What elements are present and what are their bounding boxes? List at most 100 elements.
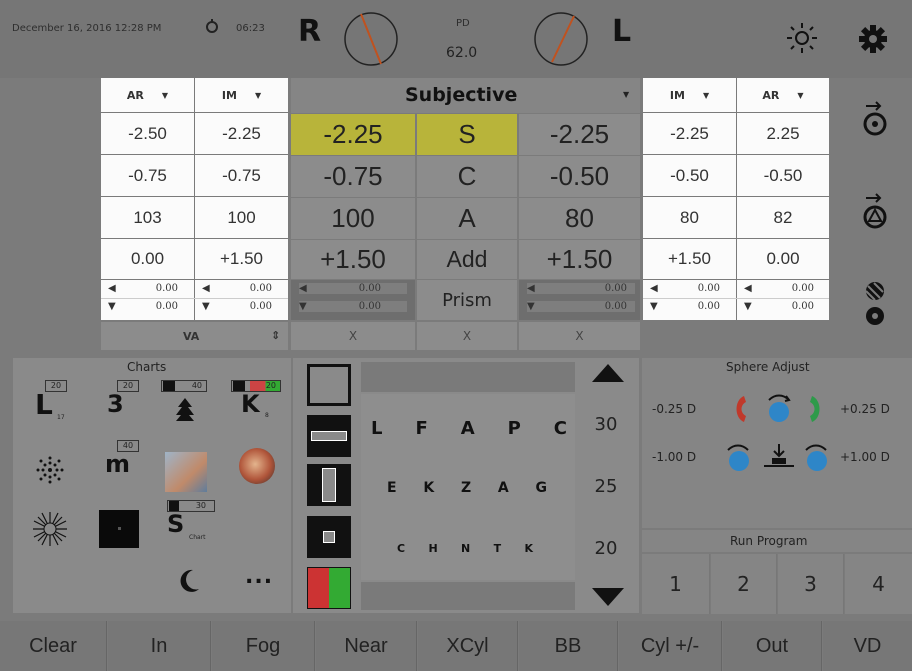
left-ar-header[interactable]: AR ▼ (737, 78, 829, 112)
acuity-letter[interactable]: Z (461, 480, 471, 496)
right-va-x[interactable]: X (291, 322, 415, 350)
acuity-letter[interactable]: A (498, 480, 509, 496)
fog-button[interactable]: Fog (212, 621, 315, 671)
right-im-sphere[interactable]: -2.25 (195, 113, 288, 154)
cyl-flip-button[interactable]: Cyl +/- (619, 621, 722, 671)
acuity-letter[interactable]: K (423, 480, 434, 496)
left-im-prism-h[interactable]: ◀ 0.00 (650, 283, 730, 294)
acuity-letter[interactable]: N (461, 542, 470, 555)
subjective-right-cylinder[interactable]: -0.75 (291, 156, 415, 197)
chart-tree-picture[interactable]: 40 (161, 380, 213, 424)
subjective-right-sphere[interactable]: -2.25 (291, 114, 415, 155)
left-im-prism-v[interactable]: ▼ 0.00 (650, 301, 730, 312)
bb-button[interactable]: BB (519, 621, 618, 671)
subjective-left-sphere[interactable]: -2.25 (519, 114, 640, 155)
acuity-size-row-1[interactable]: 30 (576, 404, 636, 444)
acuity-letter[interactable]: G (536, 480, 548, 496)
in-button[interactable]: In (108, 621, 211, 671)
program-step-3[interactable]: 3 (778, 554, 844, 614)
subjective-right-add[interactable]: +1.50 (291, 240, 415, 279)
clear-button[interactable]: Clear (0, 621, 107, 671)
left-va-x[interactable]: X (519, 322, 640, 350)
right-ar-header[interactable]: AR ▼ (101, 78, 194, 112)
subjective-header[interactable]: Subjective ▼ (291, 78, 640, 113)
chart-letter-s[interactable]: 30 S Chart (163, 500, 219, 544)
brightness-icon[interactable] (786, 22, 818, 58)
subjective-label-add[interactable]: Add (417, 240, 517, 279)
left-ar-prism-h[interactable]: ◀ 0.00 (744, 283, 824, 294)
subjective-label-prism[interactable]: Prism (417, 280, 517, 320)
acuity-letter[interactable]: F (415, 418, 427, 439)
out-button[interactable]: Out (723, 621, 822, 671)
subjective-left-add[interactable]: +1.50 (519, 240, 640, 279)
left-im-add[interactable]: +1.50 (643, 239, 736, 279)
acuity-letter[interactable]: C (397, 542, 405, 555)
red-green-button[interactable] (307, 567, 351, 609)
left-im-axis[interactable]: 80 (643, 197, 736, 238)
left-im-cylinder[interactable]: -0.50 (643, 155, 736, 196)
acuity-letter[interactable]: E (387, 480, 397, 496)
right-ar-prism-v[interactable]: ▼ 0.00 (108, 301, 188, 312)
left-ar-add[interactable]: 0.00 (737, 239, 829, 279)
mask-row-button[interactable] (307, 415, 351, 457)
acuity-letter[interactable]: C (554, 418, 567, 439)
subjective-left-prism[interactable]: ◀ 0.00 ▼ 0.00 (519, 280, 640, 320)
subjective-label-cylinder[interactable]: C (417, 156, 517, 197)
occluder-icon[interactable] (862, 280, 888, 332)
left-ar-sphere[interactable]: 2.25 (737, 113, 829, 154)
vd-button[interactable]: VD (823, 621, 912, 671)
left-im-sphere[interactable]: -2.25 (643, 113, 736, 154)
minus-one-button[interactable] (724, 442, 754, 476)
subjective-right-prism[interactable]: ◀ 0.00 ▼ 0.00 (291, 280, 415, 320)
minus-quarter-button[interactable] (730, 394, 748, 428)
acuity-letter[interactable]: H (428, 542, 437, 555)
right-ar-axis[interactable]: 103 (101, 197, 194, 238)
mask-column-button[interactable] (307, 464, 351, 506)
acuity-size-row-3[interactable]: 20 (576, 528, 636, 568)
mask-single-letter-button[interactable] (307, 516, 351, 558)
subjective-label-axis[interactable]: A (417, 198, 517, 239)
right-ar-cylinder[interactable]: -0.75 (101, 155, 194, 196)
right-eye-axis-icon[interactable] (340, 10, 402, 72)
plus-quarter-button[interactable] (808, 394, 826, 428)
scroll-down-icon[interactable] (590, 586, 626, 612)
right-im-prism-h[interactable]: ◀ 0.00 (202, 283, 282, 294)
rotary-prism-icon[interactable] (860, 192, 890, 234)
chart-dot-pattern[interactable] (35, 455, 65, 489)
chart-dark-adaptation[interactable] (99, 510, 139, 548)
chart-astigmatism-sunburst[interactable] (31, 510, 69, 552)
sphere-toggle-icon[interactable] (764, 392, 794, 428)
left-ar-axis[interactable]: 82 (737, 197, 829, 238)
right-im-add[interactable]: +1.50 (195, 239, 288, 279)
left-ar-cylinder[interactable]: -0.50 (737, 155, 829, 196)
subjective-label-sphere[interactable]: S (417, 114, 517, 155)
left-ar-prism-v[interactable]: ▼ 0.00 (744, 301, 824, 312)
acuity-letter[interactable]: T (494, 542, 502, 555)
right-im-cylinder[interactable]: -0.75 (195, 155, 288, 196)
binocular-va-x[interactable]: X (417, 322, 517, 350)
left-eye-axis-icon[interactable] (530, 10, 592, 72)
right-ar-add[interactable]: 0.00 (101, 239, 194, 279)
right-im-prism-v[interactable]: ▼ 0.00 (202, 301, 282, 312)
xcyl-button[interactable]: XCyl (418, 621, 518, 671)
program-step-2[interactable]: 2 (711, 554, 777, 614)
left-im-header[interactable]: IM ▼ (643, 78, 736, 112)
acuity-letter[interactable]: A (461, 418, 475, 439)
program-step-1[interactable]: 1 (642, 554, 710, 614)
acuity-letter[interactable]: P (508, 418, 521, 439)
subjective-left-axis[interactable]: 80 (519, 198, 640, 239)
right-ar-sphere[interactable]: -2.50 (101, 113, 194, 154)
chart-photo-fixation[interactable] (239, 448, 275, 484)
scroll-up-icon[interactable] (590, 362, 626, 388)
chart-letter-k[interactable]: 20 K 8 (231, 380, 283, 424)
near-button[interactable]: Near (316, 621, 417, 671)
program-step-4[interactable]: 4 (845, 554, 912, 614)
cross-cylinder-icon[interactable] (860, 100, 890, 140)
acuity-letter[interactable]: L (371, 418, 382, 439)
chart-letter-l[interactable]: 20 L 17 (33, 380, 73, 424)
chart-photo-child[interactable] (165, 452, 207, 492)
right-im-header[interactable]: IM ▼ (195, 78, 288, 112)
mask-full-button[interactable] (307, 364, 351, 406)
chart-letter-m[interactable]: 40 m (103, 440, 143, 480)
plus-one-button[interactable] (802, 442, 832, 476)
